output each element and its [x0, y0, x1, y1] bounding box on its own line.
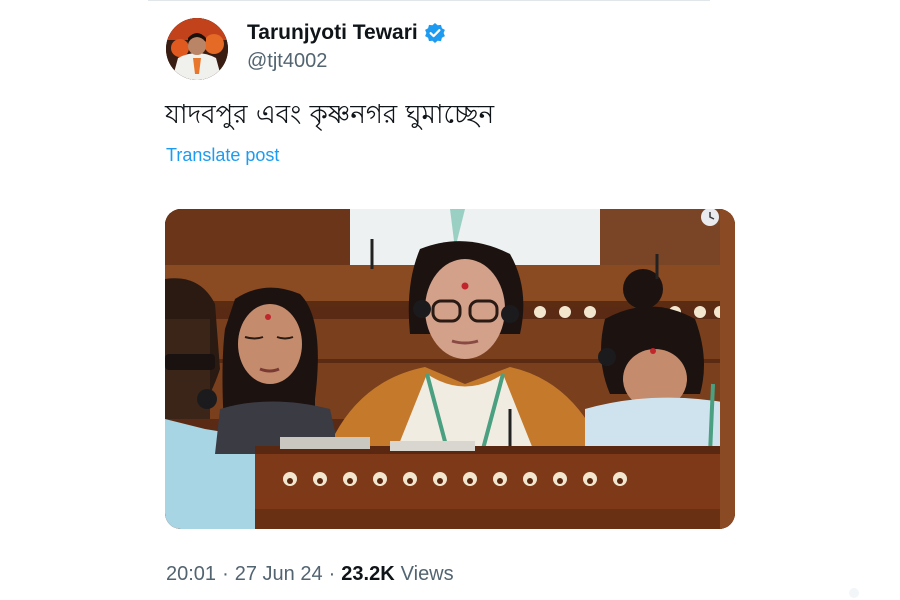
page-indicator-dot	[849, 588, 859, 598]
verified-badge-icon	[424, 22, 446, 44]
author-display-name[interactable]: Tarunjyoti Tewari	[247, 21, 418, 45]
author-handle[interactable]: @tjt4002	[247, 50, 327, 73]
meta-separator: ·	[328, 563, 336, 585]
meta-separator: ·	[222, 563, 229, 585]
post-text: যাদবপুর এবং কৃষ্ণনগর ঘুমাচ্ছেন	[165, 100, 495, 130]
post-time[interactable]: 20:01	[166, 563, 216, 586]
parliament-photo-icon	[165, 209, 735, 529]
profile-photo-icon	[166, 18, 228, 80]
post-media-photo[interactable]	[165, 209, 735, 529]
post-date[interactable]: 27 Jun 24	[235, 563, 323, 586]
author-name-row: Tarunjyoti Tewari	[247, 19, 446, 47]
translate-post-link[interactable]: Translate post	[166, 145, 279, 166]
top-divider	[148, 0, 710, 1]
author-avatar[interactable]	[166, 18, 228, 80]
views-label: Views	[400, 563, 454, 585]
views-count[interactable]: 23.2K	[341, 563, 394, 586]
post-meta-row: 20:01 · 27 Jun 24 · 23.2K Views	[166, 563, 454, 586]
